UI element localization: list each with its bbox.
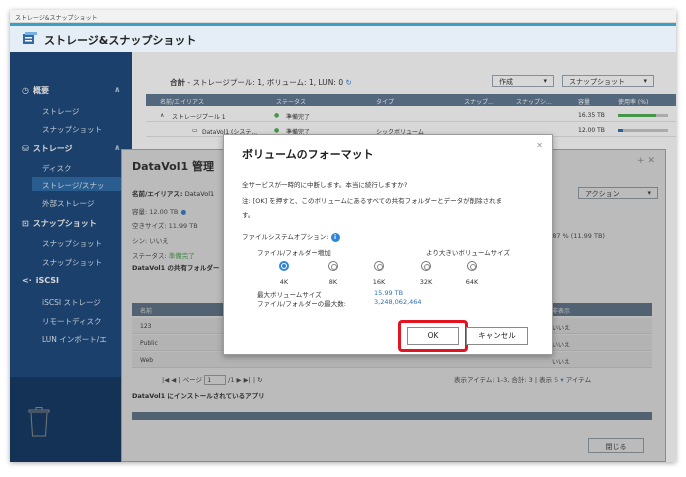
- option-label-64k: 64K: [465, 278, 479, 286]
- close-icon[interactable]: ✕: [536, 141, 543, 150]
- cancel-button[interactable]: キャンセル: [466, 327, 528, 345]
- fs-options-label: ファイルシステムオプション: i: [242, 231, 340, 242]
- option-label-4k: 4K: [279, 278, 289, 286]
- radio-32k[interactable]: [421, 261, 431, 271]
- window-title: ストレージ&スナップショット: [10, 10, 676, 23]
- radio-8k[interactable]: [328, 261, 338, 271]
- option-label-8k: 8K: [328, 278, 338, 286]
- app-title: ストレージ&スナップショット: [44, 34, 197, 47]
- option-label-16k: 16K: [372, 278, 386, 286]
- dialog-title: ボリュームのフォーマット: [242, 148, 374, 161]
- max-volume-value: 15.99 TB: [374, 289, 404, 297]
- max-files-value: 3,248,062,464: [374, 298, 422, 306]
- warning-line-1: 全サービスが一時的に中断します。本当に続行しますか?: [242, 181, 408, 189]
- page: ストレージ&スナップショット ストレージ&スナップショット ◷ 概要 ∧ ストレ…: [0, 0, 686, 477]
- format-volume-dialog: ボリュームのフォーマット ✕ 全サービスが一時的に中断します。本当に続行しますか…: [223, 134, 553, 355]
- storage-app-icon: [23, 32, 37, 44]
- radio-4k[interactable]: [279, 261, 289, 271]
- app-header: ストレージ&スナップショット: [10, 23, 676, 52]
- warning-line-2: 注: [OK] を押すと、このボリュームにあるすべての共有フォルダーとデータが削…: [242, 197, 503, 205]
- info-icon[interactable]: i: [330, 232, 340, 242]
- option-label-32k: 32K: [419, 278, 433, 286]
- ok-button[interactable]: OK: [407, 327, 459, 345]
- more-files-hint: ファイル/フォルダー増加: [257, 249, 331, 257]
- warning-line-3: す。: [242, 211, 255, 219]
- max-files-label: ファイル/フォルダーの最大数:: [257, 300, 346, 308]
- larger-volume-hint: より大きいボリュームサイズ: [426, 249, 510, 257]
- screenshot-frame: ストレージ&スナップショット ストレージ&スナップショット ◷ 概要 ∧ ストレ…: [10, 10, 676, 462]
- radio-64k[interactable]: [467, 261, 477, 271]
- radio-16k[interactable]: [374, 261, 384, 271]
